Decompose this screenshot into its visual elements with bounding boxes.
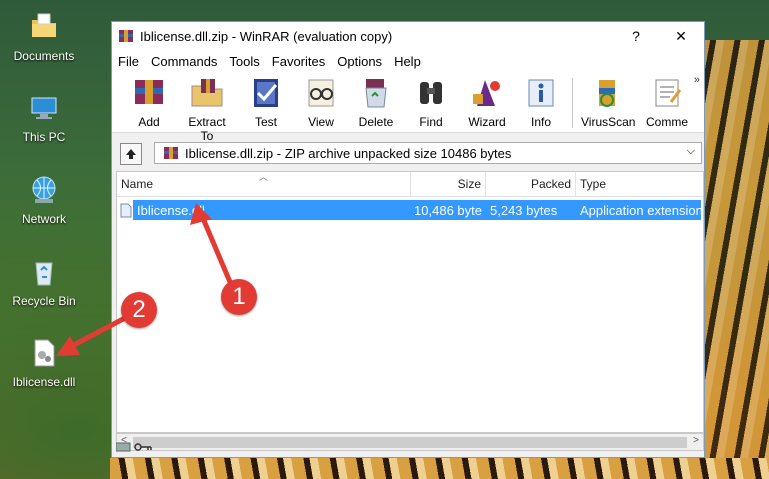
annotation-badge-2: 2 bbox=[121, 292, 157, 328]
desktop-background: Documents This PC Network Recycle Bin Ib… bbox=[0, 0, 769, 479]
annotation-badge-1: 1 bbox=[221, 279, 257, 315]
annotation-arrows bbox=[56, 203, 233, 356]
